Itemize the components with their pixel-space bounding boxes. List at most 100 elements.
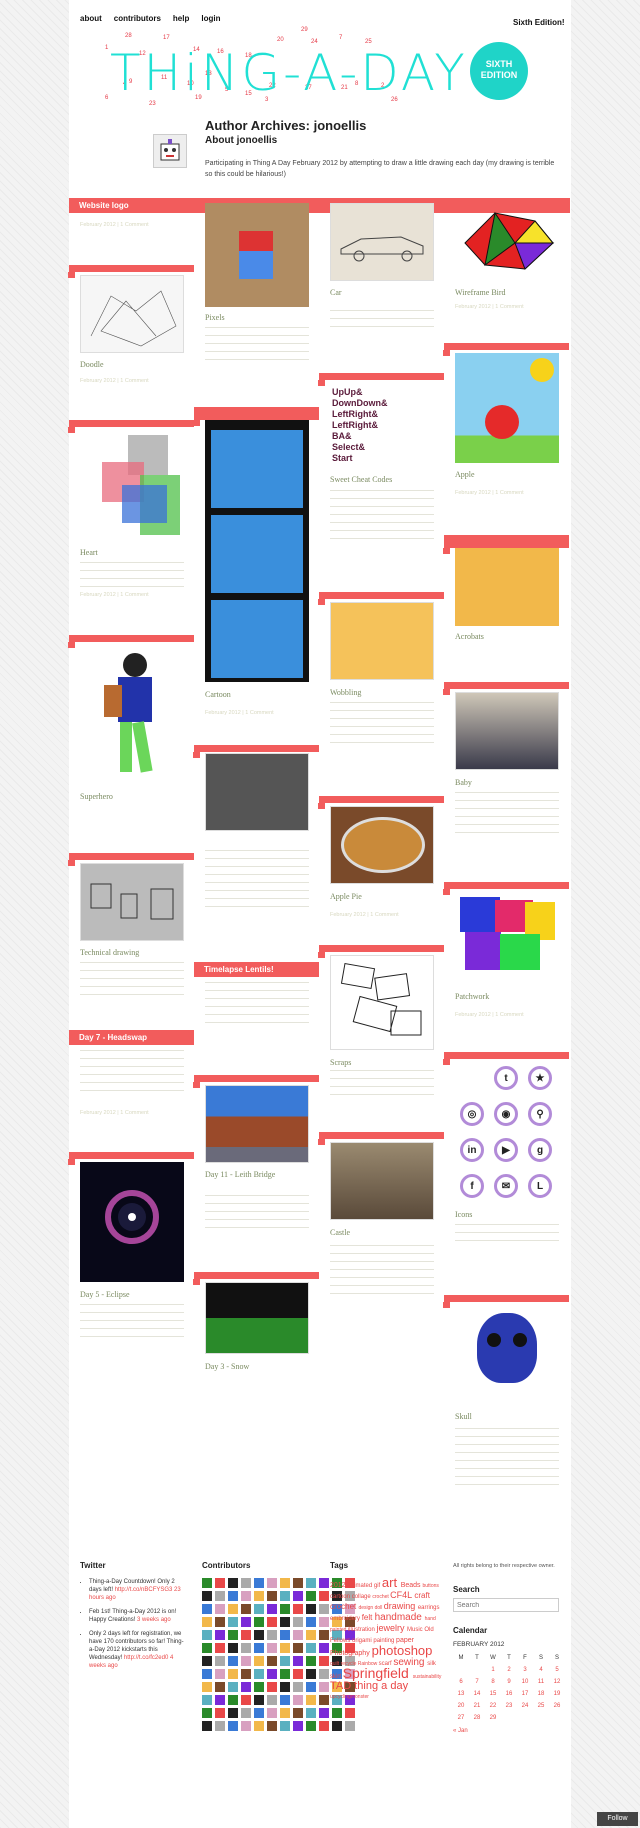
tag-link[interactable]: silk: [427, 1661, 436, 1667]
contributor-avatar[interactable]: [202, 1682, 212, 1692]
apple-caption[interactable]: Apple: [455, 470, 475, 480]
tag-link[interactable]: thing a day: [354, 1680, 408, 1692]
doodle-caption[interactable]: Doodle: [80, 360, 104, 370]
tag-link[interactable]: origami: [352, 1638, 373, 1644]
contributor-avatar[interactable]: [306, 1578, 316, 1588]
contributor-avatar[interactable]: [202, 1656, 212, 1666]
contributor-avatar[interactable]: [228, 1604, 238, 1614]
contributor-avatar[interactable]: [319, 1656, 329, 1666]
bird-caption[interactable]: Wireframe Bird: [455, 288, 506, 298]
contributor-avatar[interactable]: [293, 1695, 303, 1705]
contributor-avatar[interactable]: [319, 1604, 329, 1614]
contributor-avatar[interactable]: [267, 1604, 277, 1614]
scraps-image[interactable]: [330, 955, 434, 1050]
contributor-avatar[interactable]: [241, 1708, 251, 1718]
contributor-avatar[interactable]: [293, 1721, 303, 1731]
heart-caption[interactable]: Heart: [80, 548, 98, 558]
pixels-image[interactable]: [205, 203, 309, 307]
contributor-avatar[interactable]: [228, 1617, 238, 1627]
heart-image[interactable]: [80, 430, 184, 540]
contributor-avatar[interactable]: [267, 1656, 277, 1666]
contributor-avatar[interactable]: [215, 1643, 225, 1653]
contributor-avatar[interactable]: [254, 1578, 264, 1588]
contributor-avatar[interactable]: [228, 1708, 238, 1718]
eclipse-image[interactable]: [80, 1162, 184, 1282]
contributor-avatar[interactable]: [267, 1695, 277, 1705]
contributor-avatar[interactable]: [319, 1578, 329, 1588]
contributor-avatar[interactable]: [215, 1721, 225, 1731]
contributor-avatar[interactable]: [293, 1617, 303, 1627]
site-logo[interactable]: THiNG-A-DAY: [110, 48, 468, 98]
tag-link[interactable]: quilt: [330, 1661, 341, 1667]
contributor-avatar[interactable]: [319, 1643, 329, 1653]
calendar-day[interactable]: 5: [549, 1664, 565, 1676]
pixels-caption[interactable]: Pixels: [205, 313, 225, 323]
contributor-avatar[interactable]: [306, 1656, 316, 1666]
contributor-avatar[interactable]: [267, 1617, 277, 1627]
contributor-avatar[interactable]: [319, 1617, 329, 1627]
contributor-avatar[interactable]: [306, 1630, 316, 1640]
contributor-avatar[interactable]: [215, 1578, 225, 1588]
calendar-day[interactable]: 12: [549, 1676, 565, 1688]
contributor-avatar[interactable]: [345, 1708, 355, 1718]
contributor-avatar[interactable]: [306, 1695, 316, 1705]
contributor-avatar[interactable]: [280, 1604, 290, 1614]
calendar-day[interactable]: 13: [453, 1688, 469, 1700]
goodreads-icon[interactable]: g: [528, 1138, 552, 1162]
contributor-avatar[interactable]: [241, 1643, 251, 1653]
contributor-avatar[interactable]: [319, 1669, 329, 1679]
patchwork-image[interactable]: [455, 892, 559, 977]
tag-link[interactable]: upcyclingmonster: [330, 1694, 369, 1700]
contributor-avatar[interactable]: [280, 1617, 290, 1627]
contributor-avatar[interactable]: [319, 1682, 329, 1692]
search-input[interactable]: [453, 1598, 559, 1612]
mail-icon[interactable]: ✉: [494, 1174, 518, 1198]
tag-link[interactable]: drawing: [384, 1601, 418, 1611]
tag-link[interactable]: illustration: [348, 1627, 377, 1633]
tweet-link[interactable]: http://t.co/fc2ed0: [124, 1655, 170, 1661]
contributor-avatar[interactable]: [280, 1721, 290, 1731]
technical-drawing-caption[interactable]: Technical drawing: [80, 948, 139, 958]
patchwork-caption[interactable]: Patchwork: [455, 992, 489, 1002]
contributor-avatar[interactable]: [254, 1669, 264, 1679]
contributor-avatar[interactable]: [241, 1669, 251, 1679]
contributor-avatar[interactable]: [254, 1630, 264, 1640]
tag-link[interactable]: collage: [352, 1594, 373, 1600]
tweet-link[interactable]: http://t.co/nBCFYSG3: [115, 1587, 174, 1593]
calendar-day[interactable]: 21: [469, 1700, 485, 1712]
tag-link[interactable]: 2012: [330, 1582, 348, 1589]
contributor-avatar[interactable]: [215, 1669, 225, 1679]
contributor-avatar[interactable]: [319, 1695, 329, 1705]
calendar-day[interactable]: 1: [485, 1664, 501, 1676]
calendar-day[interactable]: 19: [549, 1688, 565, 1700]
sixth-edition-link[interactable]: Sixth Edition!: [513, 18, 565, 27]
calendar-day[interactable]: 9: [501, 1676, 517, 1688]
contributor-avatar[interactable]: [280, 1669, 290, 1679]
contributor-avatar[interactable]: [202, 1708, 212, 1718]
contributor-avatar[interactable]: [345, 1721, 355, 1731]
tag-link[interactable]: animated gif: [348, 1583, 382, 1589]
wobbling-caption[interactable]: Wobbling: [330, 688, 361, 698]
follow-button[interactable]: Follow: [597, 1812, 638, 1826]
calendar-day[interactable]: 7: [469, 1676, 485, 1688]
contributor-avatar[interactable]: [293, 1708, 303, 1718]
car-caption[interactable]: Car: [330, 288, 342, 298]
tag-link[interactable]: photoshop: [372, 1643, 433, 1658]
contributor-avatar[interactable]: [293, 1669, 303, 1679]
contributor-avatar[interactable]: [241, 1604, 251, 1614]
leith-image[interactable]: [205, 1085, 309, 1163]
contributor-avatar[interactable]: [202, 1630, 212, 1640]
tag-link[interactable]: design: [358, 1605, 374, 1611]
contributor-avatar[interactable]: [306, 1721, 316, 1731]
icons-caption[interactable]: Icons: [455, 1210, 472, 1220]
car-image[interactable]: [330, 203, 434, 281]
contributor-avatar[interactable]: [319, 1721, 329, 1731]
skull-image[interactable]: [455, 1305, 559, 1405]
contributor-avatar[interactable]: [241, 1591, 251, 1601]
contributor-avatar[interactable]: [215, 1682, 225, 1692]
tag-link[interactable]: buttons: [422, 1583, 438, 1589]
contributor-avatar[interactable]: [215, 1630, 225, 1640]
calendar-day[interactable]: 22: [485, 1700, 501, 1712]
cartoon-image[interactable]: [205, 420, 309, 682]
eye-icon[interactable]: ◉: [494, 1102, 518, 1126]
